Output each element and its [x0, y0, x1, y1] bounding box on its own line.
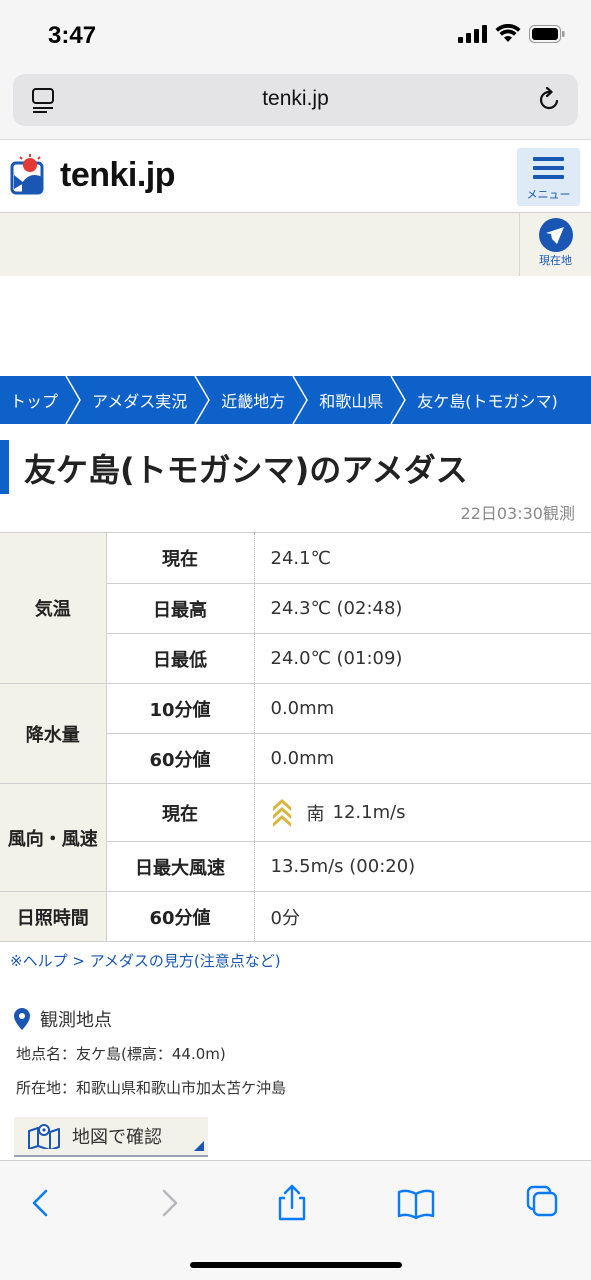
menu-button[interactable]: メニュー — [517, 148, 580, 206]
row-value: 0分 — [254, 891, 591, 942]
site-header: tenki.jp メニュー — [0, 141, 591, 213]
navigation-arrow-icon — [539, 218, 573, 252]
row-value: 13.5m/s (00:20) — [254, 841, 591, 892]
cellular-signal-icon — [458, 25, 487, 43]
corner-triangle-icon — [194, 1141, 204, 1151]
status-bar: 3:47 — [0, 0, 591, 70]
table-row: 降水量 10分値 0.0mm — [0, 683, 591, 784]
wind-value: 南 12.1m/s — [271, 797, 591, 829]
station-address: 所在地：和歌山県和歌山市加太苫ケ沖島 — [16, 1079, 287, 1097]
share-icon[interactable] — [272, 1183, 312, 1223]
reload-icon[interactable] — [536, 87, 562, 113]
hamburger-icon — [533, 157, 564, 184]
breadcrumb-item-top[interactable]: トップ — [0, 376, 82, 424]
category-precipitation: 降水量 — [0, 683, 107, 784]
row-label: 60分値 — [106, 891, 255, 942]
view-map-label: 地図で確認 — [72, 1127, 162, 1148]
address-bar[interactable]: tenki.jp — [13, 74, 578, 126]
tabs-icon[interactable] — [522, 1183, 562, 1223]
browser-toolbar: tenki.jp — [0, 70, 591, 140]
wifi-icon — [495, 24, 521, 42]
table-row: 気温 現在 24.1℃ — [0, 532, 591, 684]
map-icon — [28, 1124, 60, 1149]
table-row: 風向・風速 現在 南 12.1m/s — [0, 783, 591, 892]
breadcrumb-item-wakayama[interactable]: 和歌山県 — [309, 376, 407, 424]
category-sunshine: 日照時間 — [0, 891, 107, 942]
back-icon[interactable] — [20, 1183, 60, 1223]
row-label: 日最高 — [106, 583, 255, 634]
row-label: 60分値 — [106, 733, 255, 784]
row-value: 南 12.1m/s — [254, 783, 591, 842]
menu-label: メニュー — [526, 188, 571, 201]
wind-direction-arrow-icon — [272, 798, 291, 827]
station-name: 地点名：友ケ島(標高：44.0m) — [16, 1045, 226, 1063]
current-location-label: 現在地 — [539, 254, 572, 267]
row-value: 0.0mm — [254, 733, 591, 784]
breadcrumb-item-amedas[interactable]: アメダス実況 — [82, 376, 211, 424]
title-accent-bar — [0, 440, 9, 494]
row-label: 現在 — [106, 532, 255, 584]
url-text[interactable]: tenki.jp — [13, 87, 578, 111]
logo-text: tenki.jp — [60, 155, 176, 194]
status-time: 3:47 — [48, 22, 97, 49]
station-heading-text: 観測地点 — [40, 1010, 112, 1031]
status-icons — [458, 24, 565, 44]
station-heading: 観測地点 — [14, 1006, 112, 1032]
site-logo[interactable]: tenki.jp — [8, 153, 176, 197]
row-value: 24.0℃ (01:09) — [254, 633, 591, 684]
breadcrumb: トップ アメダス実況 近畿地方 和歌山県 友ケ島(トモガシマ) — [0, 376, 591, 424]
page-title-block: 友ケ島(トモガシマ)のアメダス — [0, 440, 591, 494]
observation-time: 22日03:30観測 — [460, 504, 575, 523]
breadcrumb-chevron-icon — [292, 376, 309, 424]
view-map-button[interactable]: 地図で確認 — [14, 1117, 208, 1157]
current-location-button[interactable]: 現在地 — [519, 213, 591, 276]
breadcrumb-chevron-icon — [194, 376, 211, 424]
breadcrumb-item-kinki[interactable]: 近畿地方 — [211, 376, 309, 424]
browser-bottom-toolbar — [0, 1160, 591, 1280]
map-pin-icon — [14, 1008, 30, 1030]
home-indicator — [190, 1262, 402, 1268]
row-label: 日最大風速 — [106, 841, 255, 892]
table-row: 日照時間 60分値 0分 — [0, 891, 591, 942]
tenki-logo-icon — [10, 154, 44, 195]
page-title: 友ケ島(トモガシマ)のアメダス — [24, 451, 468, 489]
category-wind: 風向・風速 — [0, 783, 107, 892]
location-strip: 現在地 — [0, 213, 591, 276]
battery-icon — [529, 25, 565, 43]
breadcrumb-chevron-icon — [65, 376, 81, 424]
forward-icon[interactable] — [150, 1183, 190, 1223]
row-value: 24.1℃ — [254, 532, 591, 584]
row-label: 現在 — [106, 783, 255, 842]
wind-speed: 12.1m/s — [332, 802, 406, 823]
help-link[interactable]: ※ヘルプ > アメダスの見方(注意点など) — [10, 950, 281, 971]
row-value: 0.0mm — [254, 683, 591, 734]
amedas-table: 気温 現在 24.1℃ 日最高 24.3℃ (02:48) 日最低 24.0℃ … — [0, 532, 591, 942]
wind-direction: 南 — [306, 803, 325, 825]
row-label: 10分値 — [106, 683, 255, 734]
breadcrumb-item-current: 友ケ島(トモガシマ) — [417, 392, 558, 411]
row-label: 日最低 — [106, 633, 255, 684]
category-temperature: 気温 — [0, 532, 107, 684]
row-value: 24.3℃ (02:48) — [254, 583, 591, 634]
breadcrumb-chevron-icon — [390, 376, 407, 424]
bookmarks-icon[interactable] — [396, 1183, 436, 1223]
